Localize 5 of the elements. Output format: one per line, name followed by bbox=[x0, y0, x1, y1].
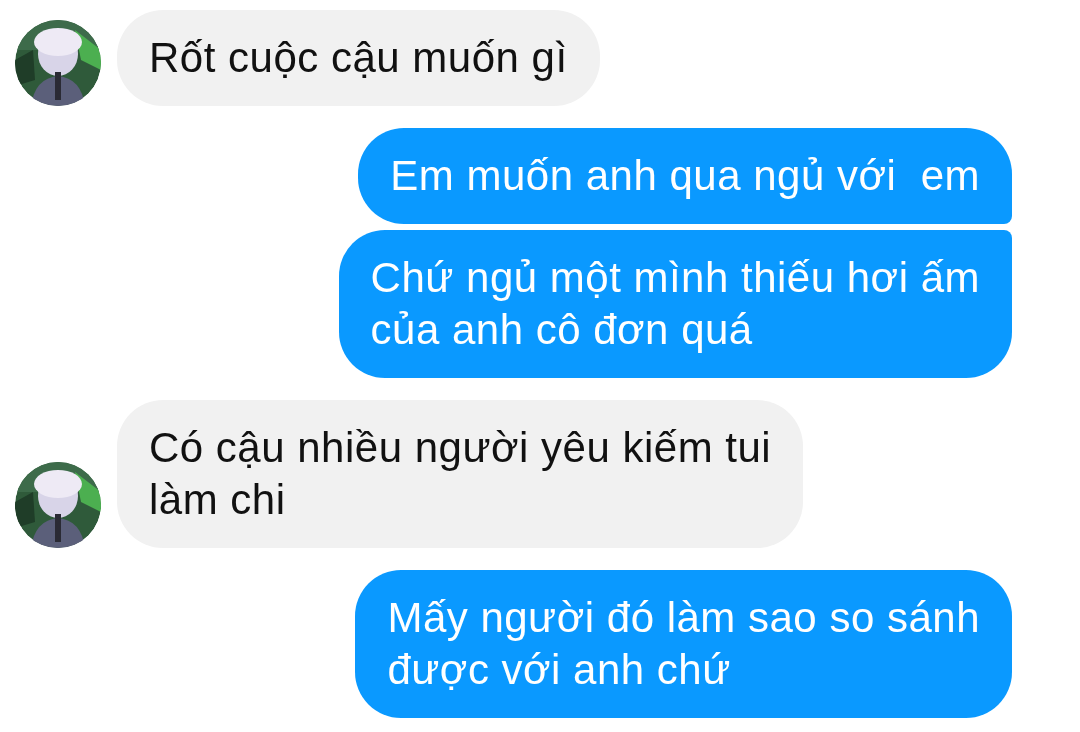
received-message: Có cậu nhiều người yêu kiếm tui làm chi bbox=[117, 400, 804, 548]
sent-message: Chứ ngủ một mình thiếu hơi ấm của anh cô đơn quá bbox=[338, 230, 1012, 378]
received-message: Rốt cuộc cậu muốn gì bbox=[117, 10, 600, 106]
sent-message: Em muốn anh qua ngủ với em bbox=[358, 128, 1012, 224]
sent-message: Mấy người đó làm sao so sánh được với anh chứ bbox=[355, 570, 1012, 718]
